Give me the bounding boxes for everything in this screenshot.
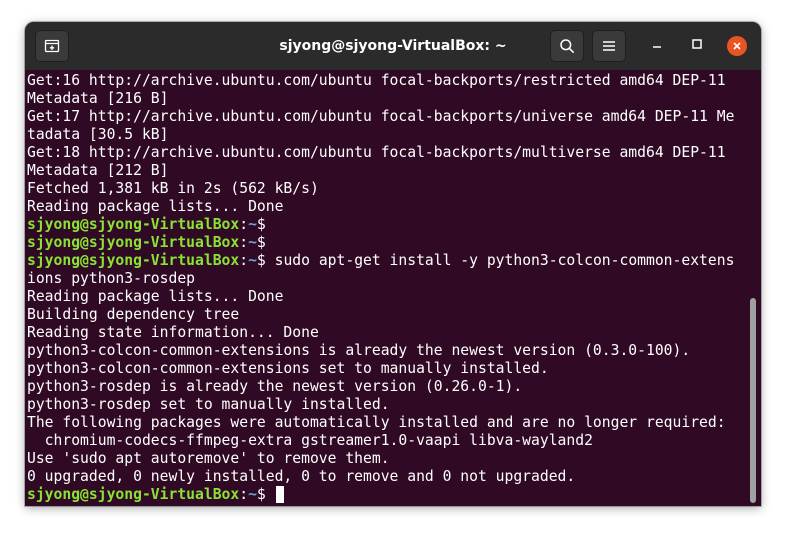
output-line: chromium-codecs-ffmpeg-extra gstreamer1.… <box>27 432 593 449</box>
output-line: Use 'sudo apt autoremove' to remove them… <box>27 450 390 467</box>
output-line: Get:18 http://archive.ubuntu.com/ubuntu … <box>27 144 726 161</box>
prompt-user-host: sjyong@sjyong-VirtualBox <box>27 252 240 269</box>
prompt-symbol: $ <box>256 234 266 251</box>
prompt-user-host: sjyong@sjyong-VirtualBox <box>27 216 240 233</box>
prompt-colon: : <box>239 486 249 503</box>
terminal-cursor <box>275 486 284 503</box>
output-line: Building dependency tree <box>27 306 240 323</box>
prompt-symbol: $ <box>256 486 266 503</box>
prompt-colon: : <box>239 216 249 233</box>
prompt-symbol: $ <box>256 216 266 233</box>
new-tab-icon <box>44 38 60 54</box>
terminal-scrollbar[interactable] <box>750 298 756 503</box>
search-button[interactable] <box>550 30 584 62</box>
command-text <box>266 486 275 503</box>
output-line: python3-colcon-common-extensions is alre… <box>27 342 691 359</box>
prompt-user-host: sjyong@sjyong-VirtualBox <box>27 486 240 503</box>
output-line: Reading state information... Done <box>27 324 319 341</box>
minimize-icon <box>651 37 663 55</box>
hamburger-menu-icon <box>602 39 616 53</box>
output-line: Fetched 1,381 kB in 2s (562 kB/s) <box>27 180 319 197</box>
prompt-line: sjyong@sjyong-VirtualBox:~$ <box>27 216 266 234</box>
output-line: Metadata [212 B] <box>27 162 169 179</box>
prompt-path: ~ <box>248 216 257 233</box>
prompt-path: ~ <box>248 486 257 503</box>
output-line: ions python3-rosdep <box>27 270 196 287</box>
output-line: Metadata [216 B] <box>27 90 169 107</box>
command-text: sudo apt-get install -y python3-colcon-c… <box>265 252 735 269</box>
terminal-output[interactable]: Get:16 http://archive.ubuntu.com/ubuntu … <box>25 70 761 506</box>
output-line: 0 upgraded, 0 newly installed, 0 to remo… <box>27 468 576 485</box>
prompt-line: sjyong@sjyong-VirtualBox:~$ sudo apt-get… <box>27 252 734 270</box>
output-line: Get:17 http://archive.ubuntu.com/ubuntu … <box>27 108 735 125</box>
search-icon <box>559 38 575 54</box>
prompt-path: ~ <box>248 252 257 269</box>
prompt-path: ~ <box>248 234 257 251</box>
maximize-button[interactable] <box>685 34 709 58</box>
prompt-colon: : <box>239 234 249 251</box>
prompt-line: sjyong@sjyong-VirtualBox:~$ <box>27 234 266 252</box>
terminal-window: sjyong@sjyong-VirtualBox: ~ Get:16 http:… <box>25 22 761 506</box>
output-line: The following packages were automaticall… <box>27 414 726 431</box>
close-button[interactable] <box>725 34 749 58</box>
minimize-button[interactable] <box>645 34 669 58</box>
title-bar[interactable]: sjyong@sjyong-VirtualBox: ~ <box>25 22 761 71</box>
output-line: Reading package lists... Done <box>27 198 284 215</box>
prompt-symbol: $ <box>256 252 266 269</box>
prompt-colon: : <box>239 252 249 269</box>
output-line: python3-colcon-common-extensions set to … <box>27 360 549 377</box>
output-line: Reading package lists... Done <box>27 288 284 305</box>
maximize-icon <box>691 37 703 55</box>
output-line: python3-rosdep is already the newest ver… <box>27 378 523 395</box>
menu-button[interactable] <box>592 30 626 62</box>
new-tab-button[interactable] <box>35 30 69 62</box>
output-line: tadata [30.5 kB] <box>27 126 169 143</box>
prompt-user-host: sjyong@sjyong-VirtualBox <box>27 234 240 251</box>
output-line: Get:16 http://archive.ubuntu.com/ubuntu … <box>27 72 726 89</box>
output-line: python3-rosdep set to manually installed… <box>27 396 390 413</box>
prompt-line: sjyong@sjyong-VirtualBox:~$ <box>27 486 284 504</box>
close-icon <box>727 36 747 56</box>
